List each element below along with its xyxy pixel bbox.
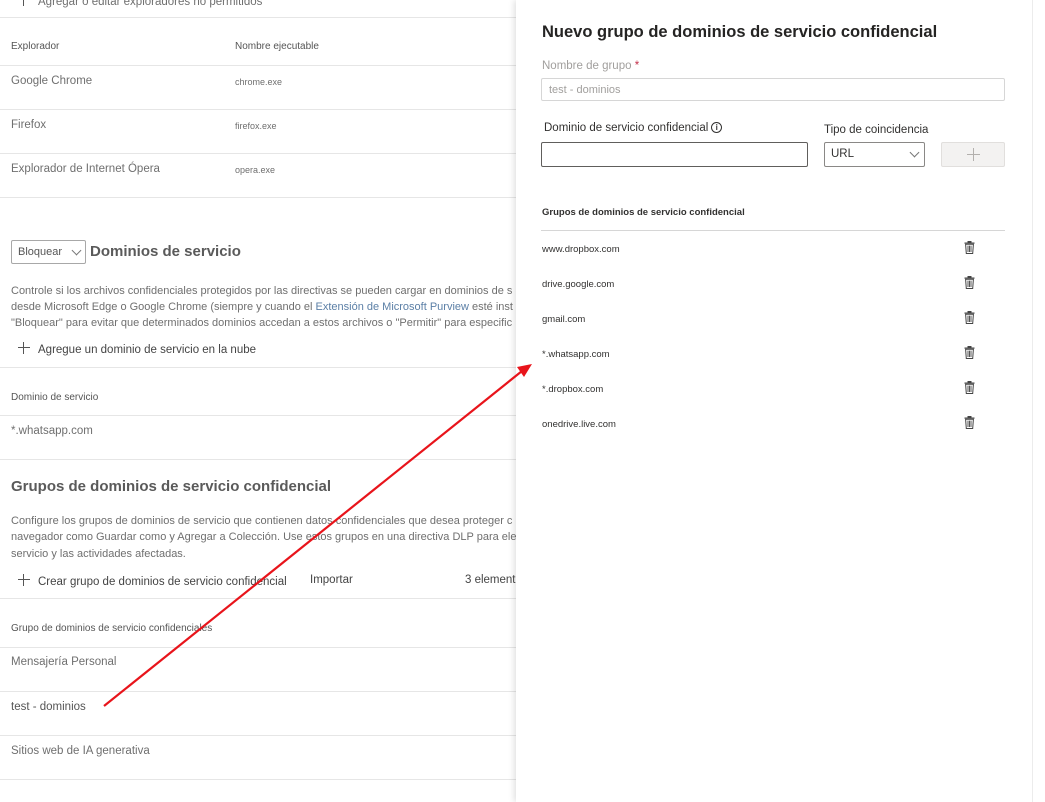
create-group-button[interactable]: Crear grupo de dominios de servicio conf…	[18, 574, 287, 588]
new-group-panel: Nuevo grupo de dominios de servicio conf…	[516, 0, 1032, 802]
divider	[0, 691, 516, 692]
domain-row-text: onedrive.live.com	[542, 419, 616, 430]
browser-exe: opera.exe	[235, 165, 276, 175]
browser-name: Google Chrome	[11, 75, 93, 87]
service-domains-desc-line1: Controle si los archivos confidenciales …	[11, 285, 513, 297]
chevron-down-icon	[71, 245, 82, 256]
divider	[0, 109, 516, 110]
browser-name: Firefox	[11, 119, 47, 131]
service-domains-desc-line2: desde Microsoft Edge o Google Chrome (si…	[11, 301, 513, 313]
add-edit-browsers-action[interactable]: Agregar o editar exploradores no permiti…	[18, 0, 262, 8]
trash-icon	[964, 381, 975, 394]
divider	[0, 415, 516, 416]
column-header-browser: Explorador	[11, 41, 60, 52]
divider	[541, 230, 1005, 231]
required-mark: *	[634, 60, 640, 72]
divider	[0, 735, 516, 736]
domain-row-text: *.dropbox.com	[542, 384, 604, 395]
trash-icon	[964, 311, 975, 324]
domain-row-text: *.whatsapp.com	[542, 349, 610, 360]
divider	[0, 367, 516, 368]
add-domain-button[interactable]	[941, 142, 1005, 167]
service-domain-row[interactable]: *.whatsapp.com	[11, 425, 93, 437]
browser-exe: chrome.exe	[235, 77, 283, 87]
groups-desc-line1: Configure los grupos de dominios de serv…	[11, 515, 513, 527]
add-cloud-domain-button[interactable]: Agregue un dominio de servicio en la nub…	[18, 342, 256, 356]
plus-icon	[18, 342, 30, 354]
divider	[0, 153, 516, 154]
domain-row-text: www.dropbox.com	[542, 244, 620, 255]
group-name-field[interactable]: test - dominios	[541, 78, 1005, 101]
group-name-label: Nombre de grupo *	[542, 60, 640, 72]
service-domain-mode-select[interactable]: Bloquear	[11, 240, 86, 264]
groups-section-title: Grupos de dominios de servicio confidenc…	[11, 478, 332, 495]
import-button[interactable]: Importar	[310, 574, 353, 586]
match-type-label: Tipo de coincidencia	[824, 124, 929, 136]
panel-title: Nuevo grupo de dominios de servicio conf…	[542, 23, 938, 41]
trash-icon	[964, 346, 975, 359]
match-type-dropdown[interactable]: URL	[824, 142, 925, 167]
item-count: 3 element	[465, 574, 516, 586]
browser-name: Explorador de Internet Ópera	[11, 163, 160, 175]
browser-exe: firefox.exe	[235, 121, 277, 131]
groups-desc-line2: navegador como Guardar como y Agregar a …	[11, 531, 517, 543]
domain-label: Dominio de servicio confidencial i	[544, 122, 723, 134]
divider	[0, 647, 516, 648]
service-domains-title: Dominios de servicio	[90, 243, 241, 260]
divider	[0, 65, 516, 66]
chevron-down-icon	[909, 147, 920, 158]
domain-row-text: drive.google.com	[542, 279, 615, 290]
info-icon[interactable]: i	[711, 122, 723, 133]
window-edge	[1032, 0, 1045, 802]
column-header-group: Grupo de dominios de servicio confidenci…	[11, 623, 213, 634]
divider	[0, 459, 516, 460]
domain-input[interactable]	[541, 142, 808, 167]
group-row[interactable]: Mensajería Personal	[11, 656, 116, 668]
purview-extension-link[interactable]: Extensión de Microsoft Purview	[316, 301, 469, 313]
trash-icon	[964, 416, 975, 429]
trash-icon	[964, 276, 975, 289]
group-row[interactable]: Sitios web de IA generativa	[11, 745, 150, 757]
plus-icon	[18, 574, 30, 586]
plus-icon	[18, 0, 30, 6]
column-header-service-domain: Dominio de servicio	[11, 392, 99, 403]
domain-list-header: Grupos de dominios de servicio confidenc…	[542, 207, 745, 218]
divider	[0, 17, 516, 18]
trash-icon	[964, 241, 975, 254]
group-row[interactable]: test - dominios	[11, 701, 86, 713]
service-domains-desc-line3: "Bloquear" para evitar que determinados …	[11, 317, 513, 329]
divider	[0, 197, 516, 198]
domain-row-text: gmail.com	[542, 314, 586, 325]
groups-desc-line3: servicio y las actividades afectadas.	[11, 548, 186, 560]
divider	[0, 779, 516, 780]
divider	[0, 598, 516, 599]
column-header-executable: Nombre ejecutable	[235, 41, 319, 52]
